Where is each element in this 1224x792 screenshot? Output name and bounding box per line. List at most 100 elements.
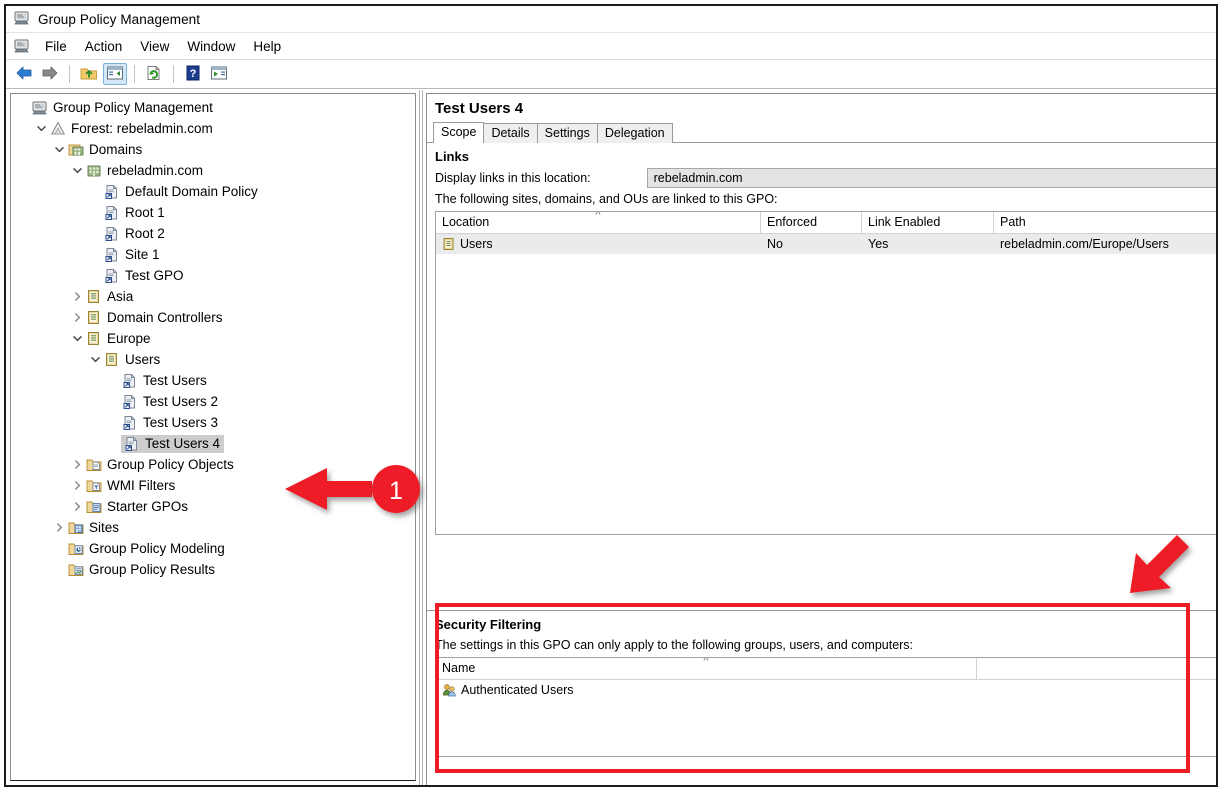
tree-node-label: Domain Controllers (107, 310, 223, 325)
tree-node-root-1[interactable]: Root 1 (11, 202, 415, 223)
gpo-link-icon (103, 205, 121, 221)
chevron-right-icon[interactable] (69, 310, 85, 326)
chevron-right-icon[interactable] (69, 478, 85, 494)
tree-node-test-users-3[interactable]: Test Users 3 (11, 412, 415, 433)
security-filtering-listview[interactable]: Name ^ (435, 657, 1216, 757)
tree-node-asia[interactable]: Asia (11, 286, 415, 307)
tab-delegation[interactable]: Delegation (597, 123, 673, 143)
tab-scope[interactable]: Scope (433, 122, 484, 143)
gpo-link-icon (121, 415, 139, 431)
ou-icon (85, 331, 103, 347)
chevron-right-icon[interactable] (69, 289, 85, 305)
tab-details[interactable]: Details (483, 123, 537, 143)
chevron-right-icon[interactable] (51, 520, 67, 536)
tree-node-group-policy-management[interactable]: Group Policy Management (11, 97, 415, 118)
tree-node-wmi-filters[interactable]: WMI Filters (11, 475, 415, 496)
menu-view[interactable]: View (131, 37, 178, 56)
security-filtering-column-name[interactable]: Name ^ (436, 658, 977, 679)
links-column-path[interactable]: Path (994, 212, 1216, 233)
tree-node-users[interactable]: Users (11, 349, 415, 370)
tree-node-test-users-4[interactable]: Test Users 4 (11, 433, 415, 454)
gpo-link-icon (103, 268, 121, 284)
links-listview[interactable]: Location ^ Enforced Link Enabled Path (435, 211, 1216, 535)
up-folder-icon (80, 65, 98, 84)
tree-node-content: Group Policy Management (31, 100, 213, 116)
tree-node-test-users[interactable]: Test Users (11, 370, 415, 391)
tree-node-group-policy-modeling[interactable]: Group Policy Modeling (11, 538, 415, 559)
display-links-location-combo[interactable]: rebeladmin.com (647, 168, 1216, 188)
sites-icon (67, 520, 85, 536)
chevron-down-icon[interactable] (69, 163, 85, 179)
table-row[interactable]: Users No Yes rebeladmin.com/Europe/Users (436, 234, 1216, 254)
tree-node-label: Forest: rebeladmin.com (71, 121, 213, 136)
links-column-path-label: Path (1000, 215, 1026, 229)
tree-node-label: Sites (89, 520, 119, 535)
tree-node-content: rebeladmin.com (85, 163, 203, 179)
gpo-link-icon (121, 373, 139, 389)
tree-node-label: WMI Filters (107, 478, 175, 493)
toolbar-show-hide-action-pane-button[interactable] (207, 63, 231, 85)
console-tree-pane[interactable]: Group Policy Management Forest: rebeladmi… (10, 93, 416, 781)
title-bar: Group Policy Management (6, 6, 1216, 33)
links-listview-header: Location ^ Enforced Link Enabled Path (436, 212, 1216, 234)
tree-node-default-domain-policy[interactable]: Default Domain Policy (11, 181, 415, 202)
tree-spacer (105, 394, 121, 410)
toolbar-help-button[interactable]: ? (181, 63, 205, 85)
chevron-right-icon[interactable] (69, 457, 85, 473)
links-column-link-enabled[interactable]: Link Enabled (862, 212, 994, 233)
chevron-right-icon[interactable] (69, 499, 85, 515)
links-column-location[interactable]: Location ^ (436, 212, 761, 233)
tree-node-europe[interactable]: Europe (11, 328, 415, 349)
starter-gpos-icon (85, 499, 103, 515)
chevron-down-icon[interactable] (33, 121, 49, 137)
tree-node-site-1[interactable]: Site 1 (11, 244, 415, 265)
tree-node-sites[interactable]: Sites (11, 517, 415, 538)
toolbar-forward-button[interactable] (38, 63, 62, 85)
tree-node-group-policy-objects[interactable]: Group Policy Objects (11, 454, 415, 475)
pane-splitter[interactable] (416, 90, 426, 785)
security-filtering-column-filler (977, 658, 1216, 679)
chevron-down-icon[interactable] (87, 352, 103, 368)
page-title: Test Users 4 (427, 94, 1216, 121)
tree-node-root-2[interactable]: Root 2 (11, 223, 415, 244)
domain-icon (85, 163, 103, 179)
tree-spacer (87, 268, 103, 284)
tree-node-label: Starter GPOs (107, 499, 188, 514)
tree-node-rebeladmin-com[interactable]: rebeladmin.com (11, 160, 415, 181)
tree-node-content: Europe (85, 331, 151, 347)
refresh-icon (145, 65, 163, 84)
links-cell-link-enabled: Yes (862, 237, 994, 251)
tab-settings[interactable]: Settings (537, 123, 598, 143)
tree-node-starter-gpos[interactable]: Starter GPOs (11, 496, 415, 517)
chevron-down-icon[interactable] (69, 331, 85, 347)
tree-node-test-users-2[interactable]: Test Users 2 (11, 391, 415, 412)
security-filtering-cell-name-text: Authenticated Users (461, 683, 574, 697)
tree-node-domains[interactable]: Domains (11, 139, 415, 160)
links-column-enforced[interactable]: Enforced (761, 212, 862, 233)
tree-node-label: Domains (89, 142, 142, 157)
menu-window[interactable]: Window (178, 37, 244, 56)
tree-node-test-gpo[interactable]: Test GPO (11, 265, 415, 286)
tree-node-label: Test Users 2 (143, 394, 218, 409)
tree-node-content: Group Policy Modeling (67, 541, 225, 557)
tree-node-domain-controllers[interactable]: Domain Controllers (11, 307, 415, 328)
sort-ascending-icon: ^ (595, 212, 600, 221)
list-item[interactable]: Authenticated Users (436, 680, 1216, 700)
tree-node-content: Asia (85, 289, 133, 305)
menu-action[interactable]: Action (76, 37, 132, 56)
security-filtering-heading: Security Filtering (427, 611, 1216, 635)
toolbar-refresh-button[interactable] (142, 63, 166, 85)
toolbar-up-one-level-button[interactable] (77, 63, 101, 85)
tree-node-group-policy-results[interactable]: Group Policy Results (11, 559, 415, 580)
toolbar-show-hide-console-tree-button[interactable] (103, 63, 127, 85)
menu-bar: File Action View Window Help (6, 33, 1216, 60)
chevron-down-icon[interactable] (51, 142, 67, 158)
menu-file[interactable]: File (36, 37, 76, 56)
tree-node-forest-rebeladmin-com[interactable]: Forest: rebeladmin.com (11, 118, 415, 139)
ou-icon (103, 352, 121, 368)
tree-spacer (51, 541, 67, 557)
toolbar-back-button[interactable] (12, 63, 36, 85)
show-hide-tree-icon (106, 65, 124, 84)
menu-help[interactable]: Help (244, 37, 290, 56)
ou-icon (442, 237, 456, 251)
